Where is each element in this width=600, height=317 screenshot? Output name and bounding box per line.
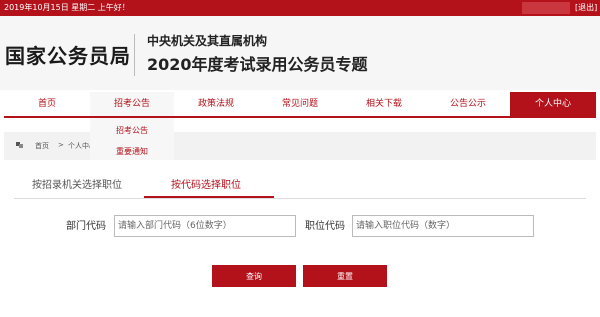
site-logo[interactable]: 国家公务员局	[5, 40, 131, 69]
position-code-input[interactable]	[352, 215, 534, 237]
tabs-divider	[14, 198, 586, 199]
tab-select-by-agency[interactable]: 按招录机关选择职位	[32, 180, 122, 192]
site-header: 国家公务员局 中央机关及其直属机构 2020年度考试录用公务员专题	[0, 16, 600, 90]
header-subtitle-2: 2020年度考试录用公务员专题	[147, 55, 368, 74]
dept-code-input[interactable]	[114, 215, 296, 237]
nav-item-notices[interactable]: 公告公示	[426, 92, 510, 116]
date-greeting: 2019年10月15日 星期二 上午好！	[4, 3, 130, 12]
nav-item-home[interactable]: 首页	[4, 92, 90, 116]
header-divider	[134, 34, 135, 76]
nav-item-personal-center[interactable]: 个人中心	[510, 92, 596, 116]
nav-item-announcements[interactable]: 招考公告	[90, 92, 174, 116]
announcements-dropdown: 招考公告 重要通知	[90, 118, 174, 160]
dropdown-item-announcements[interactable]: 招考公告	[90, 125, 174, 136]
position-code-label: 职位代码	[305, 221, 345, 232]
logout-link[interactable]: [退出]	[575, 2, 597, 14]
tab-select-by-code[interactable]: 按代码选择职位	[171, 180, 241, 192]
dept-code-label: 部门代码	[66, 221, 106, 232]
header-subtitle-1: 中央机关及其直属机构	[147, 34, 268, 48]
nav-item-downloads[interactable]: 相关下载	[342, 92, 426, 116]
username-redacted	[522, 2, 570, 14]
breadcrumb-separator: >	[58, 141, 64, 149]
top-bar: 2019年10月15日 星期二 上午好！ [退出]	[0, 0, 600, 16]
home-icon	[16, 142, 23, 148]
breadcrumb-home-link[interactable]: 首页	[35, 141, 49, 151]
nav-item-faq[interactable]: 常见问题	[258, 92, 342, 116]
query-button[interactable]: 查询	[212, 265, 296, 287]
dropdown-item-important-notices[interactable]: 重要通知	[90, 146, 174, 157]
nav-item-policies[interactable]: 政策法规	[174, 92, 258, 116]
main-nav: 首页 招考公告 政策法规 常见问题 相关下载 公告公示 个人中心	[4, 92, 596, 118]
reset-button[interactable]: 重置	[303, 265, 387, 287]
